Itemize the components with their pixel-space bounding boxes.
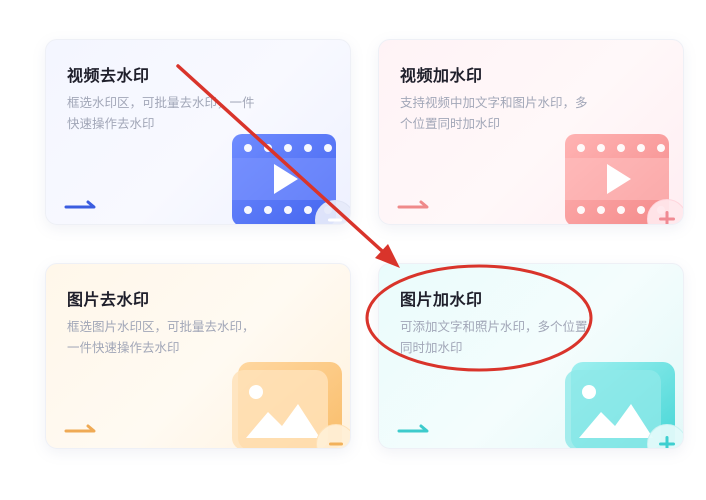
card-image-remove-watermark[interactable]: 图片去水印 框选图片水印区，可批量去水印，一件快速操作去水印 [45,263,351,449]
arrow-icon [397,424,429,433]
card-video-remove-watermark[interactable]: 视频去水印 框选水印区，可批量去水印，一件快速操作去水印 [45,39,351,225]
card-title: 图片去水印 [67,290,150,309]
card-title: 视频加水印 [400,66,483,85]
card-description: 框选图片水印区，可批量去水印，一件快速操作去水印 [67,319,255,355]
card-title: 图片加水印 [400,290,483,309]
card-description: 可添加文字和照片水印，多个位置同时加水印 [400,319,588,355]
arrow-icon [397,200,429,209]
card-description: 框选水印区，可批量去水印，一件快速操作去水印 [67,95,255,131]
card-description: 支持视频中加文字和图片水印，多个位置同时加水印 [400,95,588,131]
card-video-add-watermark[interactable]: 视频加水印 支持视频中加文字和图片水印，多个位置同时加水印 [378,39,684,225]
card-image-add-watermark[interactable]: 图片加水印 可添加文字和照片水印，多个位置同时加水印 [378,263,684,449]
arrow-icon [64,424,96,433]
arrow-icon [64,200,96,209]
card-title: 视频去水印 [67,66,150,85]
